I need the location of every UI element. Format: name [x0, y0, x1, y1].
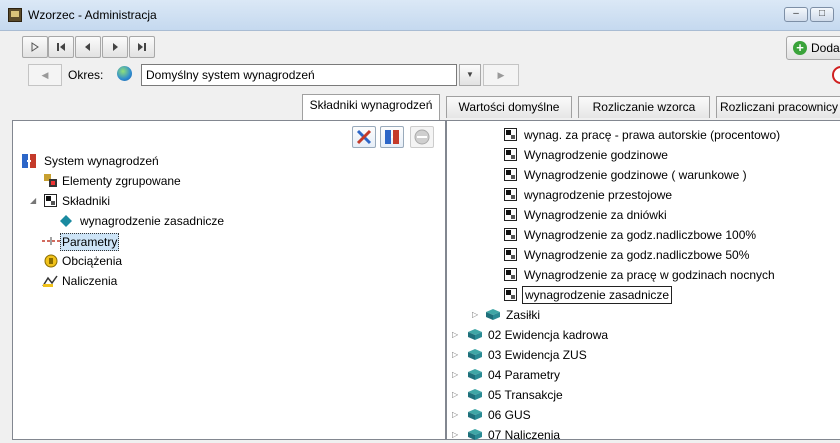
next-button[interactable] — [102, 36, 128, 58]
document-icon — [504, 208, 517, 221]
step-first-icon — [31, 42, 39, 52]
globe-icon — [117, 66, 132, 81]
book-icon — [468, 429, 482, 440]
add-button[interactable]: + Doda — [786, 36, 840, 60]
plus-icon: + — [793, 41, 807, 55]
document-icon — [504, 168, 517, 181]
document-icon — [504, 268, 517, 281]
accruals-icon — [42, 275, 58, 287]
collapse-arrow-icon[interactable]: ◢ — [30, 196, 36, 205]
tree-item-label: 04 Parametry — [488, 368, 561, 382]
maximize-button[interactable]: □ — [810, 7, 834, 22]
parameters-icon — [42, 237, 60, 245]
skip-start-icon — [57, 43, 65, 51]
previous-button[interactable] — [75, 36, 101, 58]
first-record-button[interactable] — [22, 36, 48, 58]
book-icon — [468, 369, 482, 380]
tree-item-label: 05 Transakcje — [488, 388, 563, 402]
skip-end-icon — [138, 43, 146, 51]
expand-arrow-icon[interactable]: ▷ — [452, 390, 458, 399]
document-icon — [504, 228, 517, 241]
tree-item-label: Wynagrodzenie za dniówki — [524, 208, 667, 222]
minimize-button[interactable]: – — [784, 7, 808, 22]
tree-item-label: Parametry — [60, 233, 120, 251]
charges-icon — [44, 254, 58, 268]
book-icon — [468, 329, 482, 340]
tree-item-label: 06 GUS — [488, 408, 531, 422]
tab-wartosci-domyslne[interactable]: Wartości domyślne — [446, 96, 572, 118]
window-title: Wzorzec - Administracja — [28, 8, 157, 22]
tree-item-label: Wynagrodzenie za godz.nadliczbowe 50% — [524, 248, 750, 262]
tree-item-label: System wynagrodzeń — [44, 154, 159, 168]
tools-icon — [356, 129, 372, 145]
tree-item-label: Składniki — [62, 194, 111, 208]
system-icon — [22, 154, 36, 168]
expand-arrow-icon[interactable]: ▷ — [452, 350, 458, 359]
tree-item-label: Zasiłki — [506, 308, 541, 322]
remove-button[interactable] — [410, 126, 434, 148]
okres-next-button[interactable]: ▶ — [483, 64, 519, 86]
tree-item-label: wynagrodzenie przestojowe — [524, 188, 673, 202]
expand-arrow-icon[interactable]: ▷ — [452, 370, 458, 379]
arrow-right-icon — [113, 43, 118, 51]
tools-button[interactable] — [352, 126, 376, 148]
document-icon — [44, 194, 57, 207]
tree-item-label: 07 Naliczenia — [488, 428, 561, 442]
tree-item-label: 03 Ewidencja ZUS — [488, 348, 587, 362]
diamond-icon — [60, 215, 72, 227]
add-button-label: Doda — [811, 41, 840, 55]
document-icon — [504, 128, 517, 141]
tree-item-label: Wynagrodzenie godzinowe ( warunkowe ) — [524, 168, 747, 182]
stop-icon[interactable] — [832, 66, 840, 84]
tree-item-label: wynagrodzenie zasadnicze — [80, 214, 225, 228]
book-icon — [468, 409, 482, 420]
expand-arrow-icon[interactable]: ▷ — [452, 430, 458, 439]
expand-arrow-icon[interactable]: ▷ — [452, 330, 458, 339]
book-icon — [468, 349, 482, 360]
okres-label: Okres: — [68, 68, 104, 82]
group-icon — [44, 174, 57, 187]
okres-select[interactable]: Domyślny system wynagrodzeń — [141, 64, 457, 86]
tree-item-label: Wynagrodzenie godzinowe — [524, 148, 668, 162]
okres-previous-button[interactable]: ◀ — [28, 64, 62, 86]
app-icon — [8, 8, 22, 22]
tree-item-label: 02 Ewidencja kadrowa — [488, 328, 609, 342]
document-icon — [504, 288, 517, 301]
minus-circle-icon — [414, 129, 430, 145]
tree-item-label: Wynagrodzenie za pracę w godzinach nocny… — [524, 268, 775, 282]
tree-item-label: Wynagrodzenie za godz.nadliczbowe 100% — [524, 228, 757, 242]
tab-rozliczanie-wzorca[interactable]: Rozliczanie wzorca — [578, 96, 710, 118]
expand-arrow-icon[interactable]: ▷ — [472, 310, 478, 319]
tree-item-label: Naliczenia — [62, 274, 118, 288]
tree-item-label: Elementy zgrupowane — [62, 174, 181, 188]
arrow-left-icon — [85, 43, 90, 51]
tab-skladniki-wynagrodzen[interactable]: Składniki wynagrodzeń — [302, 94, 440, 120]
go-start-button[interactable] — [48, 36, 74, 58]
go-end-button[interactable] — [129, 36, 155, 58]
expand-arrow-icon[interactable]: ▷ — [452, 410, 458, 419]
tab-rozliczani-pracownicy[interactable]: Rozliczani pracownicy — [716, 96, 840, 118]
tree-item-label: wynagrodzenie zasadnicze — [522, 286, 673, 304]
structure-button[interactable] — [380, 126, 404, 148]
book-icon — [486, 309, 500, 320]
document-icon — [504, 188, 517, 201]
tree-item-label: Obciążenia — [62, 254, 123, 268]
title-bar: Wzorzec - Administracja – □ — [0, 0, 840, 31]
document-icon — [504, 248, 517, 261]
tree-item-label: wynag. za pracę - prawa autorskie (proce… — [524, 128, 781, 142]
dropdown-arrow-icon[interactable]: ▼ — [459, 64, 481, 86]
structure-icon — [385, 130, 399, 144]
book-icon — [468, 389, 482, 400]
document-icon — [504, 148, 517, 161]
